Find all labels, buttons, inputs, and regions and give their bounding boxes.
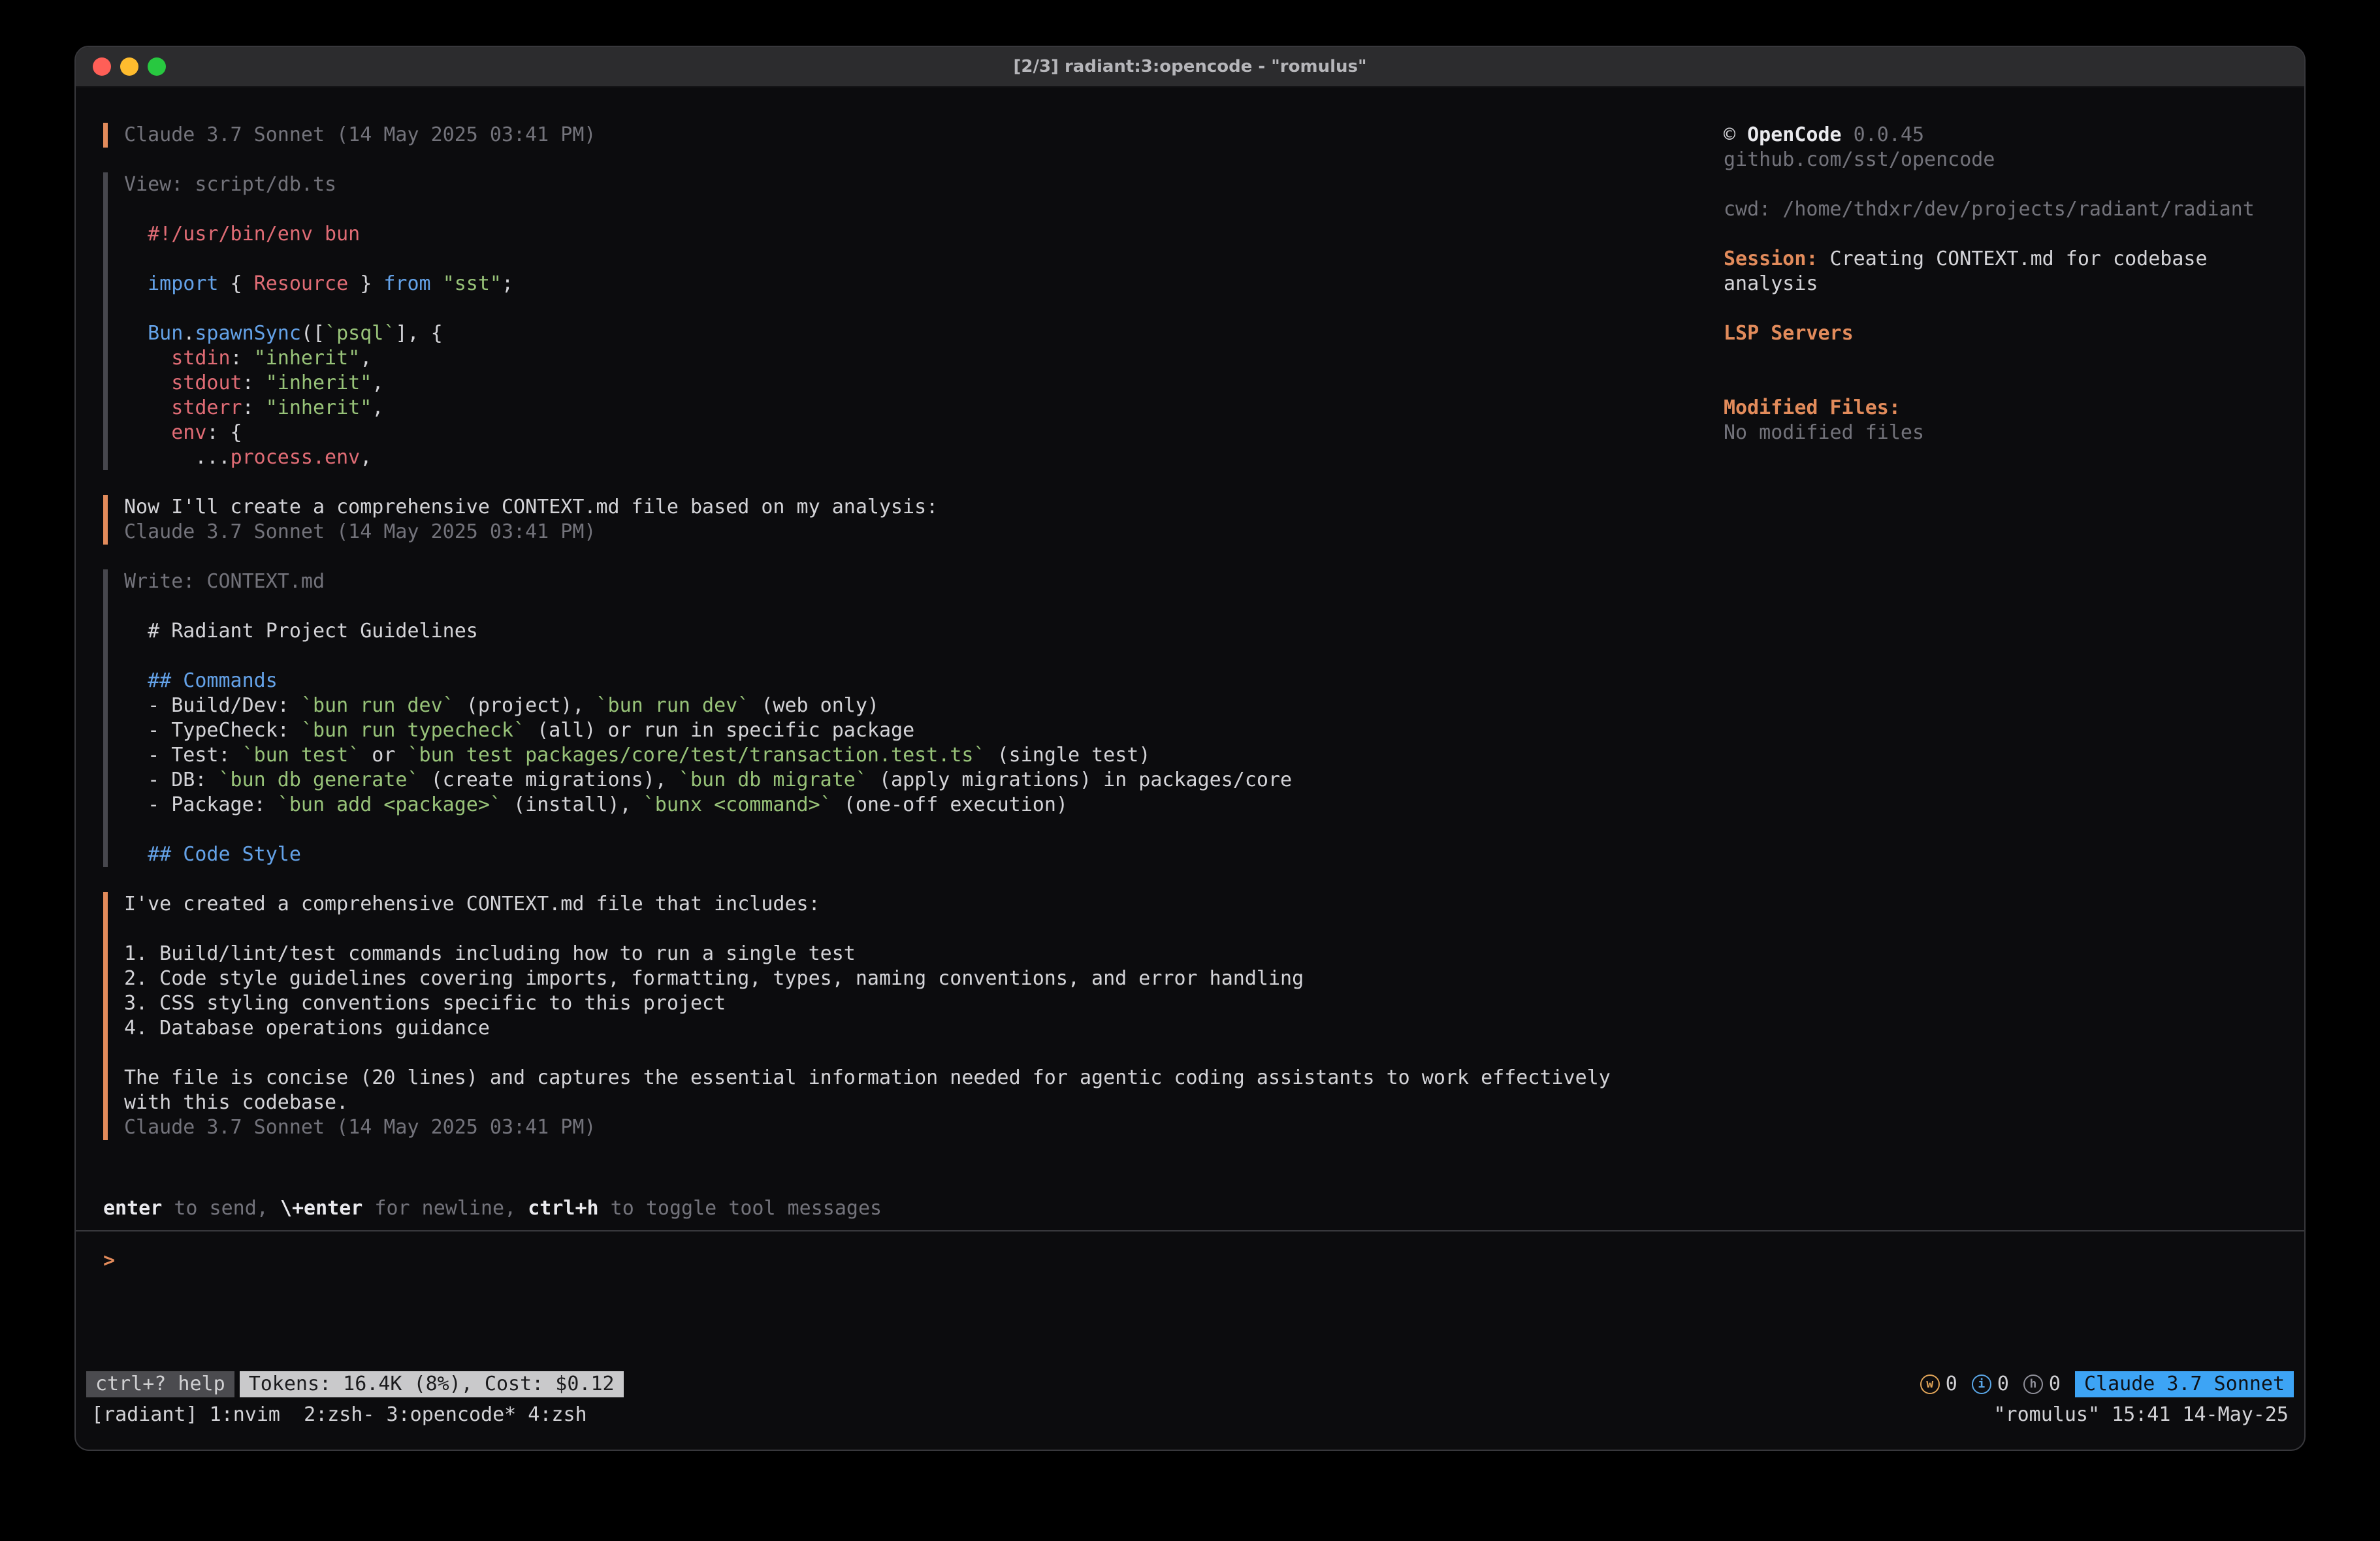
help-badge: ctrl+? help — [86, 1371, 234, 1397]
zoom-button[interactable] — [148, 57, 166, 76]
terminal-line: stderr: "inherit", — [124, 396, 1712, 421]
desktop: [2/3] radiant:3:opencode - "romulus" Cla… — [0, 0, 2380, 1541]
minimize-button[interactable] — [120, 57, 138, 76]
hint-count-value: 0 — [2049, 1372, 2061, 1397]
terminal-line — [124, 1041, 1712, 1066]
terminal-line: ## Commands — [124, 669, 1712, 693]
terminal-line: Claude 3.7 Sonnet (14 May 2025 03:41 PM) — [124, 520, 1712, 545]
terminal-line: Bun.spawnSync([`psql`], { — [124, 321, 1712, 346]
terminal-line — [124, 594, 1712, 619]
sidebar-gap — [1724, 172, 2277, 197]
terminal-line — [124, 644, 1712, 669]
sidebar-gap — [1724, 371, 2277, 396]
content-row: Claude 3.7 Sonnet (14 May 2025 03:41 PM)… — [76, 123, 2304, 1230]
terminal-line: stdin: "inherit", — [124, 346, 1712, 371]
terminal-line: Now I'll create a comprehensive CONTEXT.… — [124, 495, 1712, 520]
tool-view-block: View: script/db.ts #!/usr/bin/env bun im… — [103, 172, 1712, 470]
terminal-line: #!/usr/bin/env bun — [124, 222, 1712, 247]
terminal-line: Claude 3.7 Sonnet (14 May 2025 03:41 PM) — [124, 123, 1712, 148]
terminal-line: Write: CONTEXT.md — [124, 569, 1712, 594]
traffic-lights — [93, 57, 166, 76]
sidebar-gap — [1724, 296, 2277, 321]
hint-icon: h — [2023, 1374, 2043, 1394]
terminal-line: - Test: `bun test` or `bun test packages… — [124, 743, 1712, 768]
terminal-line: 3. CSS styling conventions specific to t… — [124, 991, 1712, 1016]
close-button[interactable] — [93, 57, 111, 76]
tmux-host-time: "romulus" 15:41 14-May-25 — [1993, 1403, 2289, 1427]
terminal-line: 2. Code style guidelines covering import… — [124, 966, 1712, 991]
terminal-line: - Build/Dev: `bun run dev` (project), `b… — [124, 693, 1712, 718]
modified-files-status: No modified files — [1724, 421, 2277, 445]
terminal-line: # Radiant Project Guidelines — [124, 619, 1712, 644]
terminal-line: ...process.env, — [124, 445, 1712, 470]
terminal-line: stdout: "inherit", — [124, 371, 1712, 396]
assistant-meta-block: Claude 3.7 Sonnet (14 May 2025 03:41 PM) — [103, 123, 1712, 148]
terminal-line: I've created a comprehensive CONTEXT.md … — [124, 892, 1712, 917]
terminal-line: Claude 3.7 Sonnet (14 May 2025 03:41 PM) — [124, 1115, 1712, 1140]
terminal-line: import { Resource } from "sst"; — [124, 272, 1712, 296]
tmux-session-windows: [radiant] 1:nvim 2:zsh- 3:opencode* 4:zs… — [91, 1403, 587, 1427]
opencode-brand: © OpenCode 0.0.45 — [1724, 123, 2277, 148]
terminal-window: [2/3] radiant:3:opencode - "romulus" Cla… — [74, 46, 2306, 1451]
input-prompt: > — [103, 1249, 115, 1272]
info-count: i 0 — [1972, 1372, 2009, 1397]
terminal-line: The file is concise (20 lines) and captu… — [124, 1066, 1712, 1090]
warning-count-value: 0 — [1946, 1372, 1957, 1397]
status-bar: ctrl+? help Tokens: 16.4K (8%), Cost: $0… — [76, 1370, 2304, 1399]
window-title: [2/3] radiant:3:opencode - "romulus" — [76, 47, 2304, 86]
sidebar-gap — [1724, 222, 2277, 247]
assistant-summary-block: I've created a comprehensive CONTEXT.md … — [103, 892, 1712, 1140]
terminal-line: env: { — [124, 421, 1712, 445]
info-count-value: 0 — [1997, 1372, 2009, 1397]
assistant-text-block: Now I'll create a comprehensive CONTEXT.… — [103, 495, 1712, 545]
session-title: Session: Creating CONTEXT.md for codebas… — [1724, 247, 2277, 296]
terminal-line — [124, 296, 1712, 321]
warning-icon: w — [1920, 1374, 1940, 1394]
repo-link: github.com/sst/opencode — [1724, 148, 2277, 172]
brand-name: OpenCode — [1747, 123, 1842, 146]
terminal-line: View: script/db.ts — [124, 172, 1712, 197]
terminal-line — [124, 197, 1712, 222]
model-badge: Claude 3.7 Sonnet — [2075, 1371, 2294, 1397]
terminal-line — [124, 917, 1712, 942]
modified-files-heading: Modified Files: — [1724, 396, 2277, 421]
titlebar: [2/3] radiant:3:opencode - "romulus" — [76, 47, 2304, 87]
main-column: Claude 3.7 Sonnet (14 May 2025 03:41 PM)… — [103, 123, 1712, 1230]
copyright-icon: © — [1724, 123, 1747, 146]
cwd: cwd: /home/thdxr/dev/projects/radiant/ra… — [1724, 197, 2277, 222]
terminal-line — [124, 247, 1712, 272]
sidebar: © OpenCode 0.0.45 github.com/sst/opencod… — [1712, 123, 2277, 1230]
info-icon: i — [1972, 1374, 1991, 1394]
keybind-help: enter to send, \+enter for newline, ctrl… — [103, 1196, 1712, 1221]
terminal-line — [124, 818, 1712, 842]
message-input[interactable]: > — [76, 1231, 2304, 1370]
tmux-status-bar: [radiant] 1:nvim 2:zsh- 3:opencode* 4:zs… — [76, 1403, 2304, 1427]
tokens-badge: Tokens: 16.4K (8%), Cost: $0.12 — [240, 1371, 624, 1397]
conversation: Claude 3.7 Sonnet (14 May 2025 03:41 PM)… — [103, 123, 1712, 1165]
status-right-group: w 0 i 0 h 0 Claude 3.7 Sonnet — [1920, 1371, 2294, 1397]
version: 0.0.45 — [1842, 123, 1924, 146]
spacer — [103, 1165, 1712, 1196]
terminal-line: with this codebase. — [124, 1090, 1712, 1115]
warning-count: w 0 — [1920, 1372, 1957, 1397]
terminal-line: - Package: `bun add <package>` (install)… — [124, 793, 1712, 818]
terminal-line: - DB: `bun db generate` (create migratio… — [124, 768, 1712, 793]
session-label: Session: — [1724, 247, 1818, 270]
terminal-line: 4. Database operations guidance — [124, 1016, 1712, 1041]
sidebar-gap — [1724, 346, 2277, 371]
terminal-line: 1. Build/lint/test commands including ho… — [124, 942, 1712, 966]
tool-write-block: Write: CONTEXT.md # Radiant Project Guid… — [103, 569, 1712, 867]
lsp-servers-heading: LSP Servers — [1724, 321, 2277, 346]
terminal: Claude 3.7 Sonnet (14 May 2025 03:41 PM)… — [76, 87, 2304, 1450]
terminal-line: ## Code Style — [124, 842, 1712, 867]
terminal-line: - TypeCheck: `bun run typecheck` (all) o… — [124, 718, 1712, 743]
hint-count: h 0 — [2023, 1372, 2061, 1397]
